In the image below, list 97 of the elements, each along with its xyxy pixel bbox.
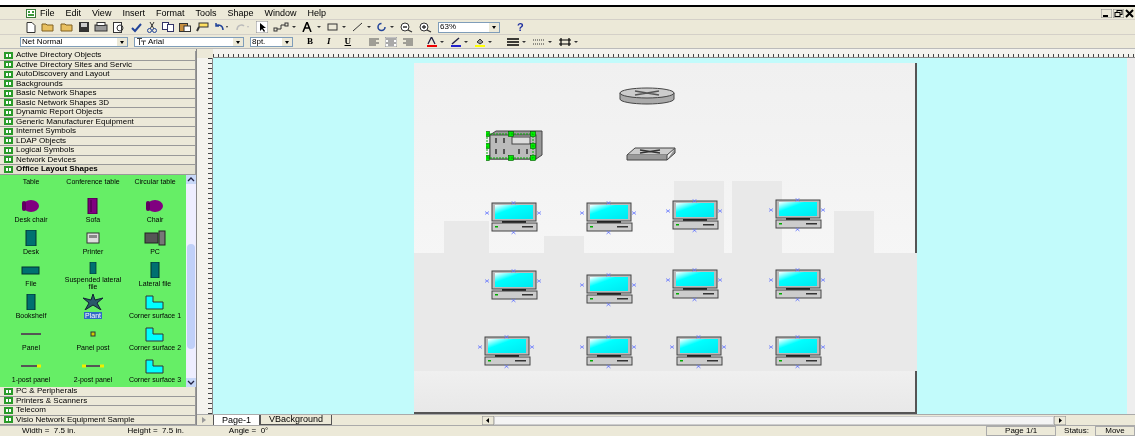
l-shape-icon[interactable]	[143, 325, 167, 342]
stencil-title-bar[interactable]: Internet Symbols	[0, 127, 196, 137]
open-folder-icon[interactable]	[41, 22, 55, 32]
computer-icon[interactable]	[484, 269, 542, 303]
switch-icon[interactable]	[626, 147, 676, 161]
fill-color-icon[interactable]	[475, 36, 494, 47]
computer-icon[interactable]	[579, 201, 637, 235]
menu-item[interactable]: Shape	[227, 8, 254, 18]
menu-item[interactable]: View	[92, 8, 112, 18]
save-icon[interactable]	[79, 22, 89, 32]
router-icon[interactable]	[619, 87, 675, 107]
dropdown-arrow-icon[interactable]	[233, 37, 243, 46]
menu-item[interactable]: Tools	[195, 8, 217, 18]
computer-icon[interactable]	[665, 199, 723, 233]
stencil-title-bar[interactable]: Office Layout Shapes	[0, 165, 196, 175]
menu-item[interactable]: Insert	[122, 8, 145, 18]
rotate-icon[interactable]	[377, 22, 395, 32]
font-color-icon[interactable]	[427, 36, 446, 47]
vertical-scrollbar[interactable]	[1127, 58, 1135, 414]
computer-icon[interactable]	[665, 268, 723, 302]
help-button[interactable]: ?	[517, 21, 524, 33]
font-size-dropdown[interactable]: 8pt.	[250, 36, 293, 47]
pc-icon[interactable]	[143, 229, 167, 246]
menu-item[interactable]: Window	[264, 8, 297, 18]
computer-icon[interactable]	[768, 335, 826, 369]
menu-item[interactable]: Edit	[65, 8, 82, 18]
font-dropdown[interactable]: Arial	[134, 36, 244, 47]
line-color-icon[interactable]	[451, 36, 470, 47]
stencil-title-bar[interactable]: Telecom	[0, 406, 196, 416]
computer-icon[interactable]	[768, 268, 826, 302]
width-readout: Width = 7.5 in.	[22, 427, 76, 435]
dropdown-arrow-icon[interactable]	[282, 37, 292, 46]
undo-icon[interactable]	[214, 22, 230, 32]
computer-icon[interactable]	[484, 201, 542, 235]
height-readout: Height = 7.5 in.	[127, 427, 184, 435]
stencil-title-bar[interactable]: PC & Peripherals	[0, 387, 196, 397]
stencil-icon	[4, 387, 13, 395]
menu-item[interactable]: Format	[155, 8, 185, 18]
scroll-left-icon[interactable]	[482, 415, 495, 425]
dropdown-arrow-icon[interactable]	[117, 37, 127, 46]
line-weight-icon[interactable]	[507, 36, 528, 47]
new-page-icon[interactable]	[26, 21, 36, 33]
print-preview-icon[interactable]	[113, 21, 125, 33]
stencil-title-bar[interactable]: AutoDiscovery and Layout	[0, 70, 196, 80]
minimize-icon[interactable]	[1101, 8, 1112, 18]
computer-icon[interactable]	[477, 335, 535, 369]
bold-button[interactable]: B	[307, 37, 313, 46]
computer-icon[interactable]	[579, 335, 637, 369]
stencil-title-bar[interactable]: Basic Network Shapes	[0, 89, 196, 99]
stencil-title-bar[interactable]: Active Directory Objects	[0, 51, 196, 61]
print-icon[interactable]	[94, 22, 108, 32]
scroll-right-icon[interactable]	[1054, 415, 1067, 425]
rectangle-tool-icon[interactable]	[327, 22, 347, 32]
cut-icon[interactable]	[147, 21, 157, 33]
scroll-down-icon[interactable]	[186, 378, 196, 387]
text-tool-icon[interactable]	[302, 22, 322, 32]
stencil-title-bar[interactable]: Logical Symbols	[0, 146, 196, 156]
truetype-icon	[137, 38, 146, 45]
style-dropdown[interactable]: Net Normal	[20, 36, 128, 47]
close-icon[interactable]	[1125, 8, 1134, 18]
angle-readout: Angle = 0°	[228, 427, 269, 435]
page-number: Page 1/1	[986, 426, 1057, 436]
server-icon[interactable]	[486, 129, 544, 163]
stencil-icon	[4, 51, 13, 59]
pointer-icon[interactable]	[256, 21, 268, 33]
computer-icon[interactable]	[768, 198, 826, 232]
restore-icon[interactable]	[1113, 8, 1124, 18]
app-icon	[26, 8, 36, 18]
copy-icon[interactable]	[162, 22, 174, 32]
folder-icon[interactable]	[60, 22, 74, 32]
line-tool-icon[interactable]	[352, 22, 372, 32]
status-label: Status:	[1064, 427, 1089, 435]
menu-item[interactable]: Help	[307, 8, 326, 18]
zoom-out-icon[interactable]	[400, 21, 414, 33]
menu-item[interactable]: File	[40, 8, 55, 18]
line-ends-icon[interactable]	[559, 36, 580, 47]
horizontal-scrollbar[interactable]	[494, 415, 1055, 425]
status-value: Move	[1095, 426, 1135, 436]
line-pattern-icon[interactable]	[533, 36, 554, 47]
scroll-up-icon[interactable]	[186, 174, 196, 184]
italic-button[interactable]: I	[327, 37, 331, 46]
stencil-icon	[4, 416, 13, 424]
computer-icon[interactable]	[579, 273, 637, 307]
plant-icon[interactable]	[81, 293, 105, 310]
l-shape-icon[interactable]	[143, 357, 167, 374]
l-shape-icon[interactable]	[143, 293, 167, 310]
zoom-in-icon[interactable]	[419, 21, 433, 33]
scrollbar[interactable]	[186, 174, 196, 387]
zoom-dropdown[interactable]: 63%	[438, 21, 500, 33]
computer-icon[interactable]	[669, 335, 727, 369]
paste-icon[interactable]	[179, 22, 191, 32]
stencil-title-bar[interactable]: Dynamic Report Objects	[0, 108, 196, 118]
spelling-check-icon[interactable]	[130, 21, 142, 33]
underline-button[interactable]: U	[344, 37, 352, 46]
connector-icon[interactable]	[273, 22, 297, 32]
format-painter-icon[interactable]	[196, 22, 209, 32]
dropdown-arrow-icon[interactable]	[489, 22, 499, 32]
